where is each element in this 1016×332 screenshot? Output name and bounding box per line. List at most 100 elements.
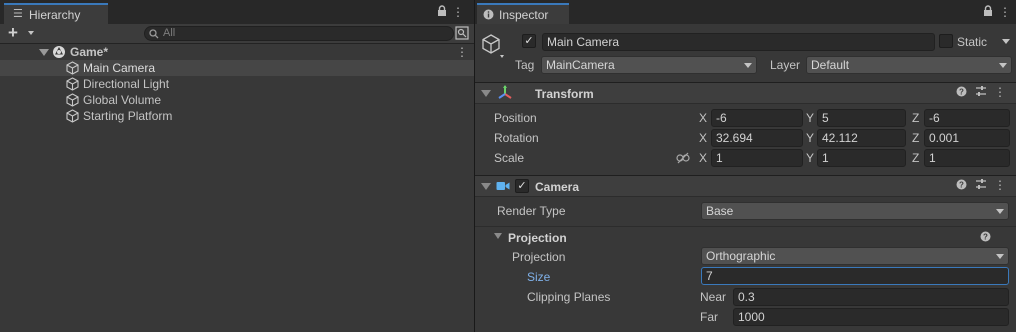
list-item-label: Directional Light [83, 77, 170, 91]
static-checkbox[interactable] [939, 34, 953, 48]
help-icon[interactable]: ? [956, 179, 967, 193]
list-item[interactable]: Main Camera [0, 60, 474, 76]
chevron-down-icon [744, 63, 752, 68]
rotation-x-label[interactable]: X [699, 130, 707, 146]
cube-icon [66, 93, 79, 107]
svg-text:?: ? [959, 88, 964, 97]
rotation-y-label[interactable]: Y [806, 130, 814, 146]
search-placeholder: All [163, 27, 176, 39]
near-label[interactable]: Near [700, 289, 726, 305]
camera-title: Camera [535, 180, 580, 194]
cube-icon [66, 109, 79, 123]
cube-icon [66, 77, 79, 91]
projection-label: Projection [512, 250, 566, 264]
scene-more-icon[interactable]: ⋮ [456, 45, 468, 59]
near-field[interactable]: 0.3 [733, 288, 1009, 306]
scale-label[interactable]: Scale [494, 150, 524, 166]
scale-z-label[interactable]: Z [912, 150, 919, 166]
list-item[interactable]: Directional Light [0, 76, 474, 92]
scale-y-label[interactable]: Y [806, 150, 814, 166]
projection-value: Orthographic [706, 249, 776, 263]
scale-y-field[interactable]: 1 [817, 149, 906, 167]
tab-inspector[interactable]: Inspector [477, 3, 569, 24]
render-type-label: Render Type [497, 204, 566, 218]
expand-arrow-icon[interactable] [39, 49, 49, 56]
far-field[interactable]: 1000 [733, 308, 1009, 326]
scale-x-field[interactable]: 1 [711, 149, 803, 167]
position-y-label[interactable]: Y [806, 110, 814, 126]
collapse-arrow-icon[interactable] [481, 183, 491, 190]
object-name-field[interactable]: Main Camera [542, 33, 935, 51]
rotation-y-field[interactable]: 42.112 [817, 129, 906, 147]
hierarchy-panel: ☰ Hierarchy ⋮ + All Game* ⋮ Main Camera … [0, 0, 474, 332]
video-camera-icon [496, 182, 510, 190]
search-input[interactable]: All [144, 26, 454, 41]
position-label[interactable]: Position [494, 110, 537, 126]
list-item[interactable]: Starting Platform [0, 108, 474, 124]
scale-x-label[interactable]: X [699, 150, 707, 166]
help-icon[interactable]: ? [956, 86, 967, 100]
render-type-value: Base [706, 204, 734, 218]
search-filter-icon[interactable] [455, 26, 469, 40]
render-type-dropdown[interactable]: Base [701, 202, 1009, 220]
scene-name: Game* [70, 45, 109, 59]
link-icon[interactable] [676, 152, 690, 164]
rotation-label[interactable]: Rotation [494, 130, 539, 146]
tab-inspector-label: Inspector [499, 8, 549, 22]
component-more-icon[interactable]: ⋮ [994, 178, 1006, 192]
position-z-field[interactable]: -6 [924, 109, 1010, 127]
sliders-icon[interactable] [975, 178, 987, 193]
gameobject-cube-icon[interactable] [481, 33, 505, 59]
size-field[interactable]: 7 [701, 267, 1009, 285]
camera-header[interactable]: ✓ Camera ? ⋮ [475, 175, 1016, 197]
camera-enabled-checkbox[interactable]: ✓ [515, 179, 529, 193]
search-icon [149, 29, 159, 39]
lock-icon[interactable] [983, 5, 993, 20]
info-icon [483, 9, 494, 20]
scene-row[interactable]: Game* ⋮ [0, 44, 474, 60]
scale-z-field[interactable]: 1 [924, 149, 1010, 167]
help-icon[interactable]: ? [980, 231, 991, 245]
more-options-icon[interactable]: ⋮ [452, 5, 464, 19]
projection-dropdown[interactable]: Orthographic [701, 247, 1009, 265]
lock-icon[interactable] [437, 5, 447, 20]
cube-icon [66, 61, 79, 75]
chevron-down-icon [996, 254, 1004, 259]
component-more-icon[interactable]: ⋮ [994, 85, 1006, 99]
rotation-z-label[interactable]: Z [912, 130, 919, 146]
chevron-down-icon [996, 209, 1004, 214]
more-options-icon[interactable]: ⋮ [999, 5, 1011, 19]
list-item-label: Starting Platform [83, 109, 173, 123]
active-checkbox[interactable]: ✓ [522, 34, 536, 48]
layer-dropdown[interactable]: Default [806, 56, 1012, 74]
clipping-planes-label: Clipping Planes [527, 290, 611, 304]
position-z-label[interactable]: Z [912, 110, 919, 126]
rotation-x-field[interactable]: 32.694 [711, 129, 803, 147]
position-y-field[interactable]: 5 [817, 109, 906, 127]
layer-value: Default [811, 58, 850, 72]
collapse-arrow-icon[interactable] [494, 233, 502, 239]
transform-header[interactable]: Transform ? ⋮ [475, 82, 1016, 104]
tag-value: MainCamera [546, 58, 615, 72]
add-button[interactable]: + [8, 23, 38, 42]
chevron-down-icon [999, 63, 1007, 68]
far-label[interactable]: Far [700, 309, 718, 325]
position-x-field[interactable]: -6 [711, 109, 803, 127]
svg-text:?: ? [959, 181, 964, 190]
static-label: Static [957, 35, 988, 49]
svg-text:?: ? [983, 233, 988, 242]
collapse-arrow-icon[interactable] [481, 90, 491, 97]
tab-hierarchy-label: Hierarchy [29, 8, 81, 22]
projection-section-title: Projection [508, 231, 567, 245]
sliders-icon[interactable] [975, 85, 987, 100]
tag-dropdown[interactable]: MainCamera [541, 56, 757, 74]
rotation-z-field[interactable]: 0.001 [924, 129, 1010, 147]
size-label[interactable]: Size [527, 269, 550, 285]
static-dropdown-icon[interactable] [1002, 39, 1010, 44]
unity-scene-icon [53, 46, 65, 58]
projection-foldout[interactable]: Projection ? [475, 226, 1016, 246]
chevron-down-icon [28, 31, 34, 35]
tab-hierarchy[interactable]: ☰ Hierarchy [4, 3, 108, 24]
list-item[interactable]: Global Volume [0, 92, 474, 108]
position-x-label[interactable]: X [699, 110, 707, 126]
